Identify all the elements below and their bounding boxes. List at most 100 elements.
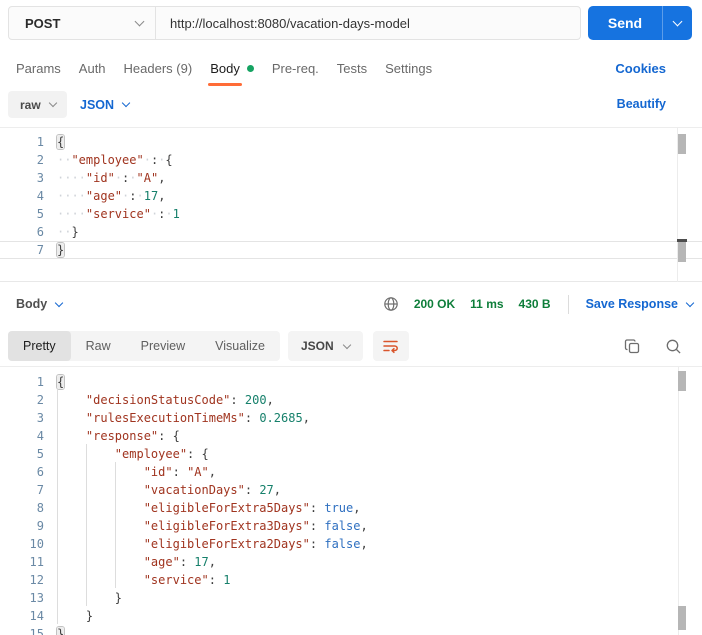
response-language-label: JSON xyxy=(300,339,334,353)
code-text: ··} xyxy=(57,225,79,239)
method-dropdown[interactable]: POST xyxy=(9,7,155,39)
code-line: 6 "id": "A", xyxy=(0,463,702,481)
response-editor-overview-ruler xyxy=(678,367,679,635)
indent-guide xyxy=(57,390,58,624)
response-time: 11 ms xyxy=(470,297,504,311)
line-number: 5 xyxy=(36,207,44,221)
request-field: POST http://localhost:8080/vacation-days… xyxy=(8,6,581,40)
code-text: ····"age"·:·17, xyxy=(57,189,166,203)
line-number: 11 xyxy=(29,555,44,569)
copy-button[interactable] xyxy=(624,338,641,355)
code-text: ····"service"·:·1 xyxy=(57,207,180,221)
code-text: "response": { xyxy=(85,429,180,443)
save-response-label: Save Response xyxy=(585,297,678,311)
line-number: 6 xyxy=(36,465,44,479)
tab-body[interactable]: Body xyxy=(208,58,254,86)
view-tab-raw[interactable]: Raw xyxy=(71,331,126,361)
code-line: 7 "vacationDays": 27, xyxy=(0,481,702,499)
view-tab-preview[interactable]: Preview xyxy=(126,331,200,361)
tab-pre-req[interactable]: Pre-req. xyxy=(272,58,319,79)
tab-label: Tests xyxy=(336,61,368,76)
code-text: "rulesExecutionTimeMs": 0.2685, xyxy=(85,411,310,425)
chevron-down-icon xyxy=(134,16,145,27)
scrollbar-thumb[interactable] xyxy=(678,371,686,391)
line-number: 3 xyxy=(36,171,44,185)
tab-label: Params xyxy=(16,61,61,76)
code-text: "decisionStatusCode": 200, xyxy=(85,393,274,407)
code-text: ····"id"·:·"A", xyxy=(57,171,166,185)
code-line: 2 "decisionStatusCode": 200, xyxy=(0,391,702,409)
line-number: 8 xyxy=(36,501,44,515)
send-button[interactable]: Send xyxy=(588,6,663,40)
code-line: 8 "eligibleForExtra5Days": true, xyxy=(0,499,702,517)
tab-label: Settings xyxy=(385,61,433,76)
wrap-text-icon xyxy=(383,340,399,354)
response-language-dropdown[interactable]: JSON xyxy=(287,331,363,361)
code-text: "age": 17, xyxy=(143,555,216,569)
request-language-dropdown[interactable]: JSON xyxy=(80,91,131,118)
scrollbar-thumb[interactable] xyxy=(678,134,686,154)
response-header: Body 200 OK 11 ms 430 B Save Response xyxy=(16,289,695,319)
code-line: 11 "age": 17, xyxy=(0,553,702,571)
code-line: 14 } xyxy=(0,607,702,625)
code-text: "employee": { xyxy=(114,447,209,461)
code-text: "eligibleForExtra3Days": false, xyxy=(143,519,368,533)
tab-tests[interactable]: Tests xyxy=(337,58,367,79)
save-response-button[interactable]: Save Response xyxy=(585,297,695,311)
code-text: } xyxy=(114,591,123,605)
chevron-down-icon xyxy=(121,98,131,108)
wrap-line-button[interactable] xyxy=(372,331,409,361)
response-body-dropdown[interactable]: Body xyxy=(16,297,64,311)
response-body-label: Body xyxy=(16,297,48,311)
response-body-viewer: 1{2 "decisionStatusCode": 200, 3 "rulesEx… xyxy=(0,366,702,635)
code-text: } xyxy=(57,243,65,257)
tab-headers-9[interactable]: Headers (9) xyxy=(124,58,193,79)
response-view-tabs: Pretty Raw Preview Visualize xyxy=(8,331,280,361)
bracket-match-marker xyxy=(678,606,686,630)
code-line: 10 "eligibleForExtra2Days": false, xyxy=(0,535,702,553)
request-body-editor[interactable]: 1{2 ··"employee"·:·{3 ····"id"·:·"A", 4 ····… xyxy=(0,127,702,282)
body-format-label: raw xyxy=(20,97,41,112)
search-button[interactable] xyxy=(665,338,682,355)
line-number: 1 xyxy=(36,135,44,149)
beautify-link[interactable]: Beautify xyxy=(617,97,666,111)
code-text: } xyxy=(85,609,94,623)
send-options-button[interactable] xyxy=(663,6,692,40)
tab-params[interactable]: Params xyxy=(16,58,61,79)
code-line: 3 ····"id"·:·"A", xyxy=(0,169,702,187)
line-number: 12 xyxy=(29,573,44,587)
tab-label: Body xyxy=(208,58,242,86)
view-tab-pretty[interactable]: Pretty xyxy=(8,331,71,361)
response-size: 430 B xyxy=(518,297,551,311)
indent-guide xyxy=(86,444,87,606)
globe-icon[interactable] xyxy=(383,296,399,312)
chevron-down-icon xyxy=(342,340,351,349)
request-language-label: JSON xyxy=(80,97,115,112)
body-format-dropdown[interactable]: raw xyxy=(8,91,67,118)
code-line: 6 ··} xyxy=(0,223,702,241)
tab-auth[interactable]: Auth xyxy=(79,58,106,79)
view-tab-visualize[interactable]: Visualize xyxy=(200,331,280,361)
url-input[interactable]: http://localhost:8080/vacation-days-mode… xyxy=(156,7,410,39)
send-split-button: Send xyxy=(588,6,692,40)
line-number: 7 xyxy=(36,483,44,497)
code-text: "service": 1 xyxy=(143,573,231,587)
line-number: 13 xyxy=(29,591,44,605)
code-line: 1{ xyxy=(0,133,702,151)
tab-settings[interactable]: Settings xyxy=(385,58,432,79)
code-line: 12 "service": 1 xyxy=(0,571,702,589)
code-line: 3 "rulesExecutionTimeMs": 0.2685, xyxy=(0,409,702,427)
code-line: 5 "employee": { xyxy=(0,445,702,463)
chevron-down-icon xyxy=(48,98,57,108)
chevron-down-icon xyxy=(685,298,695,307)
search-icon xyxy=(666,339,681,354)
code-line: 13 } xyxy=(0,589,702,607)
cookies-link[interactable]: Cookies xyxy=(615,61,666,76)
code-text: { xyxy=(57,135,65,149)
response-meta: 200 OK 11 ms 430 B Save Response xyxy=(383,294,695,314)
code-line: 7} xyxy=(0,241,702,259)
code-text: "eligibleForExtra5Days": true, xyxy=(143,501,361,515)
line-number: 1 xyxy=(36,375,44,389)
status-badge: 200 OK xyxy=(413,297,456,311)
response-toolbar: Pretty Raw Preview Visualize JSON xyxy=(8,331,682,361)
